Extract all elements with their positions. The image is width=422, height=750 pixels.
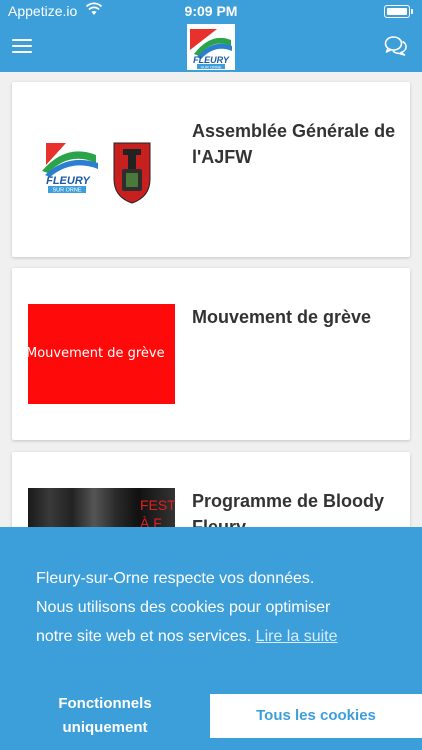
cookie-text-line3: notre site web et nos services.	[36, 628, 252, 645]
hamburger-icon-line	[12, 51, 32, 53]
logo-subtext: SUR ORNE	[200, 64, 221, 69]
accept-all-cookies-button[interactable]: Tous les cookies	[210, 694, 422, 738]
functional-only-button[interactable]: Fonctionnels uniquement	[0, 690, 210, 742]
app-logo[interactable]: FLEURY SUR ORNE	[187, 24, 235, 70]
clock: 9:09 PM	[184, 3, 238, 19]
thumbnail-text: Mouvement de grève	[28, 346, 165, 361]
cookie-text-line1: Fleury-sur-Orne respecte vos données.	[36, 570, 315, 587]
card-title: Mouvement de grève	[192, 307, 372, 327]
logo-subtext: SUR ORNE	[52, 188, 81, 194]
menu-button[interactable]	[12, 39, 32, 55]
card-thumbnail: FLEURY SUR ORNE	[28, 127, 175, 217]
chat-icon[interactable]	[384, 35, 408, 57]
logo-text: FLEURY	[46, 175, 91, 187]
card-title: Assemblée Générale de l'AJFW	[192, 121, 396, 167]
cookie-banner: Fleury-sur-Orne respecte vos données. No…	[0, 527, 422, 750]
hamburger-icon-line	[12, 45, 32, 47]
battery-icon	[384, 5, 413, 18]
app-header: FLEURY SUR ORNE	[0, 22, 422, 72]
fleury-logo-icon: FLEURY SUR ORNE	[190, 29, 232, 69]
functional-only-label: Fonctionnels uniquement	[58, 695, 152, 736]
hamburger-icon-line	[12, 39, 32, 41]
status-bar: Appetize.io 9:09 PM	[0, 0, 422, 22]
news-card-greve[interactable]: Mouvement de grève Mouvement de grève	[12, 268, 410, 440]
cookie-text-line2: Nous utilisons des cookies pour optimise…	[36, 599, 331, 616]
news-card-assemblee[interactable]: FLEURY SUR ORNE Assemblée Générale de l'…	[12, 82, 410, 257]
card-thumbnail: Mouvement de grève	[28, 304, 175, 404]
cookie-message: Fleury-sur-Orne respecte vos données. No…	[36, 564, 396, 651]
fleury-logo-icon: FLEURY SUR ORNE	[42, 142, 151, 204]
read-more-link[interactable]: Lire la suite	[256, 628, 338, 645]
